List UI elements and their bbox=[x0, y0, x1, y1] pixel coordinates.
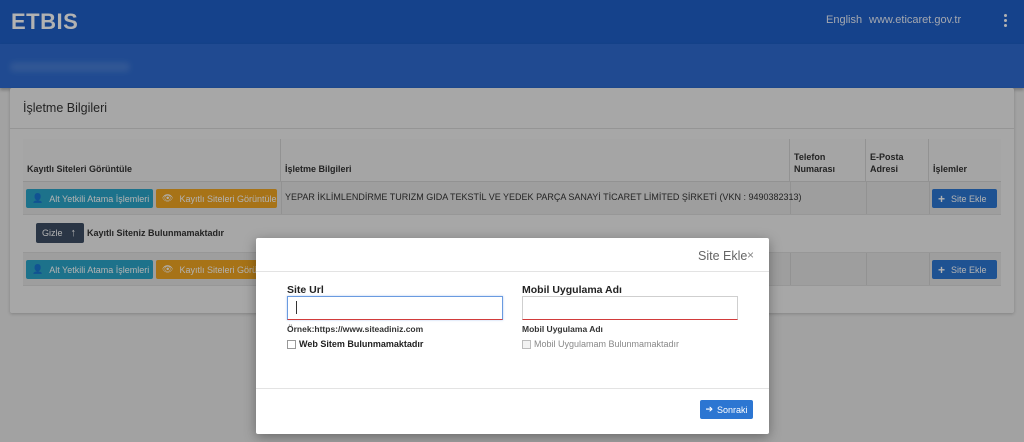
arrow-right-icon: ➔ bbox=[705, 404, 714, 414]
site-url-hint: Örnek:https://www.siteadiniz.com bbox=[287, 324, 424, 334]
no-website-checkbox[interactable]: Web Sitem Bulunmamaktadır bbox=[287, 339, 423, 349]
checkbox-box[interactable] bbox=[522, 339, 531, 349]
site-url-label: Site Url bbox=[287, 284, 324, 296]
site-url-input[interactable] bbox=[287, 296, 503, 320]
close-icon[interactable]: × bbox=[747, 248, 754, 262]
modal-header-divider bbox=[256, 271, 769, 272]
mobile-app-input[interactable] bbox=[522, 296, 738, 320]
modal-footer-divider bbox=[256, 388, 769, 389]
modal-title: Site Ekle bbox=[698, 249, 748, 263]
mobile-app-hint: Mobil Uygulama Adı bbox=[522, 324, 603, 334]
add-site-modal: Site Ekle × Site Url Örnek:https://www.s… bbox=[256, 238, 769, 434]
mobile-app-label: Mobil Uygulama Adı bbox=[522, 284, 622, 296]
next-button[interactable]: ➔ Sonraki bbox=[700, 400, 753, 419]
text-caret bbox=[296, 301, 297, 314]
no-mobile-app-checkbox[interactable]: Mobil Uygulamam Bulunmamaktadır bbox=[522, 339, 679, 349]
checkbox-box[interactable] bbox=[287, 339, 296, 349]
